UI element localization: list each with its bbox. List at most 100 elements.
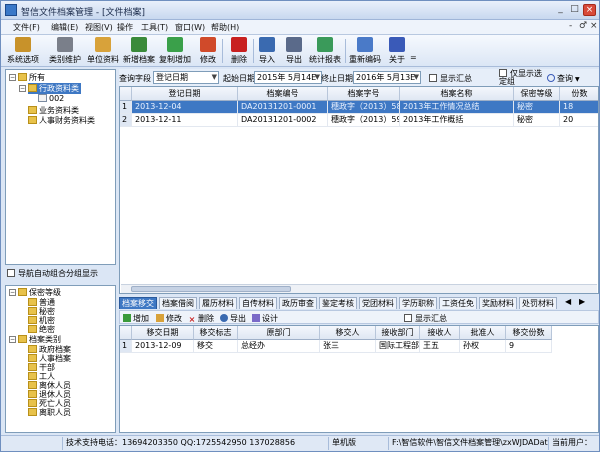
- recode-icon: [357, 37, 373, 52]
- tree-collapse-icon[interactable]: −: [9, 336, 16, 343]
- column-header-transfer-flag[interactable]: 移交标志: [194, 326, 238, 340]
- file-table: 登记日期 档案编号 档案字号 档案名称 保密等级 份数 1 2013-12-04…: [119, 86, 599, 294]
- column-header-secrecy[interactable]: 保密等级: [514, 87, 560, 101]
- query-field-select[interactable]: 登记日期 ▼: [153, 71, 219, 84]
- end-date-picker[interactable]: 2016年 5月13E ▼: [353, 71, 421, 84]
- category-tools-icon: [57, 37, 73, 52]
- query-field-label: 查询字段: [119, 74, 151, 83]
- tree-collapse-icon[interactable]: −: [19, 85, 26, 92]
- tree-collapse-icon[interactable]: −: [9, 74, 16, 81]
- show-summary-checkbox[interactable]: [429, 74, 437, 82]
- chevron-down-icon: ▼: [211, 73, 217, 81]
- recode-button[interactable]: 重新编码: [349, 37, 381, 65]
- tab-autobiography[interactable]: 自传材料: [239, 297, 277, 309]
- menu-window[interactable]: 窗口(W): [175, 22, 205, 33]
- column-header-count[interactable]: 份数: [560, 87, 598, 101]
- detail-export-button[interactable]: 导出: [220, 313, 246, 324]
- menu-operation[interactable]: 操作: [117, 22, 133, 33]
- tree-collapse-icon[interactable]: −: [9, 289, 16, 296]
- tab-reward[interactable]: 奖励材料: [479, 297, 517, 309]
- column-header-to-dept[interactable]: 接收部门: [376, 326, 420, 340]
- detail-summary-checkbox[interactable]: [404, 314, 412, 322]
- chevron-down-icon: ▼: [413, 73, 419, 81]
- menu-tools[interactable]: 工具(T): [141, 22, 168, 33]
- folder-icon: [28, 345, 37, 353]
- export-button[interactable]: 导出: [285, 37, 303, 65]
- category-maintain-button[interactable]: 类别维护: [49, 37, 81, 65]
- tree-node-002[interactable]: 002: [38, 94, 64, 103]
- tab-borrow[interactable]: 档案借阅: [159, 297, 197, 309]
- column-header-transfer-count[interactable]: 移交份数: [506, 326, 552, 340]
- mdi-minimize-button[interactable]: -: [569, 21, 572, 31]
- system-options-button[interactable]: 系统选项: [7, 37, 39, 65]
- close-button[interactable]: ×: [583, 4, 596, 16]
- menu-view[interactable]: 视图(V): [85, 22, 113, 33]
- delete-button[interactable]: 删除: [230, 37, 248, 65]
- detail-edit-button[interactable]: 修改: [156, 313, 182, 324]
- about-button[interactable]: 关于: [388, 37, 406, 65]
- transfer-table: 移交日期 移交标志 原部门 移交人 接收部门 接收人 批准人 移交份数 1 20…: [119, 325, 599, 433]
- horizontal-scrollbar[interactable]: [121, 284, 597, 293]
- report-button[interactable]: 统计报表: [309, 37, 341, 65]
- column-header-file-name[interactable]: 档案名称: [400, 87, 514, 101]
- tab-transfer[interactable]: 档案移交: [119, 297, 157, 309]
- column-header-approver[interactable]: 批准人: [460, 326, 506, 340]
- tree-item-resigned[interactable]: 离职人员: [28, 407, 71, 418]
- tab-education[interactable]: 学历职称: [399, 297, 437, 309]
- auto-group-toggle[interactable]: 导航自动组合分组显示: [7, 269, 116, 278]
- only-selected-checkbox[interactable]: [499, 69, 507, 77]
- auto-group-checkbox[interactable]: [7, 269, 15, 277]
- tab-assessment[interactable]: 鉴定考核: [319, 297, 357, 309]
- copy-add-button[interactable]: 复制增加: [159, 37, 191, 65]
- new-file-button[interactable]: 新增档案: [123, 37, 155, 65]
- tab-party[interactable]: 党团材料: [359, 297, 397, 309]
- detail-design-button[interactable]: 设计: [252, 313, 278, 324]
- folder-icon: [28, 390, 37, 398]
- tree-node-all[interactable]: 所有: [18, 72, 45, 83]
- tab-next-icon[interactable]: ▶: [579, 297, 585, 306]
- column-header-from-dept[interactable]: 原部门: [238, 326, 320, 340]
- folder-icon: [28, 381, 37, 389]
- maximize-button[interactable]: □: [568, 4, 581, 16]
- column-header-receiver[interactable]: 接收人: [420, 326, 460, 340]
- show-summary-option[interactable]: 显示汇总: [429, 73, 472, 84]
- scrollbar-thumb[interactable]: [131, 286, 291, 292]
- tab-political-review[interactable]: 政历审查: [279, 297, 317, 309]
- tab-prev-icon[interactable]: ◀: [565, 297, 571, 306]
- edit-button[interactable]: 修改: [199, 37, 217, 65]
- folder-icon: [28, 325, 37, 333]
- tab-resume[interactable]: 履历材料: [199, 297, 237, 309]
- import-button[interactable]: 导入: [258, 37, 276, 65]
- mdi-close-button[interactable]: ×: [590, 21, 598, 31]
- menu-file[interactable]: 文件(F): [13, 22, 40, 33]
- column-header-transfer-date[interactable]: 移交日期: [132, 326, 194, 340]
- tab-punishment[interactable]: 处罚材料: [519, 297, 557, 309]
- detail-add-button[interactable]: 增加: [123, 313, 149, 324]
- column-header-file-no[interactable]: 档案编号: [238, 87, 328, 101]
- start-date-picker[interactable]: 2015年 5月14E ▼: [254, 71, 322, 84]
- minimize-button[interactable]: _: [554, 4, 567, 16]
- column-header-reg-date[interactable]: 登记日期: [132, 87, 238, 101]
- column-header-file-ref[interactable]: 档案字号: [328, 87, 400, 101]
- unit-info-button[interactable]: 单位资料: [87, 37, 119, 65]
- status-edition: 单机版: [329, 437, 389, 450]
- only-selected-option[interactable]: 仅显示选定组: [499, 69, 547, 86]
- detail-summary-option[interactable]: 显示汇总: [404, 313, 447, 324]
- tab-salary[interactable]: 工资任免: [439, 297, 477, 309]
- menu-edit[interactable]: 编辑(E): [51, 22, 78, 33]
- toolbar-separator: [345, 39, 346, 63]
- folder-icon: [28, 316, 37, 324]
- toolbar-more-button[interactable]: =: [410, 53, 417, 62]
- tree-node-hr-finance[interactable]: 人事财务资料类: [28, 115, 95, 126]
- menu-help[interactable]: 帮助(H): [211, 22, 239, 33]
- tree-node-admin[interactable]: 行政资料类: [28, 83, 81, 94]
- delete-x-icon: [231, 37, 247, 52]
- folder-icon: [28, 116, 37, 124]
- column-header-transferor[interactable]: 移交人: [320, 326, 376, 340]
- folder-icon: [28, 84, 37, 92]
- query-button[interactable]: 查询 ▼: [547, 73, 580, 84]
- mdi-restore-button[interactable]: ♂: [579, 21, 587, 31]
- folder-icon: [28, 354, 37, 362]
- detail-delete-button[interactable]: × 删除: [188, 313, 214, 324]
- import-icon: [259, 37, 275, 52]
